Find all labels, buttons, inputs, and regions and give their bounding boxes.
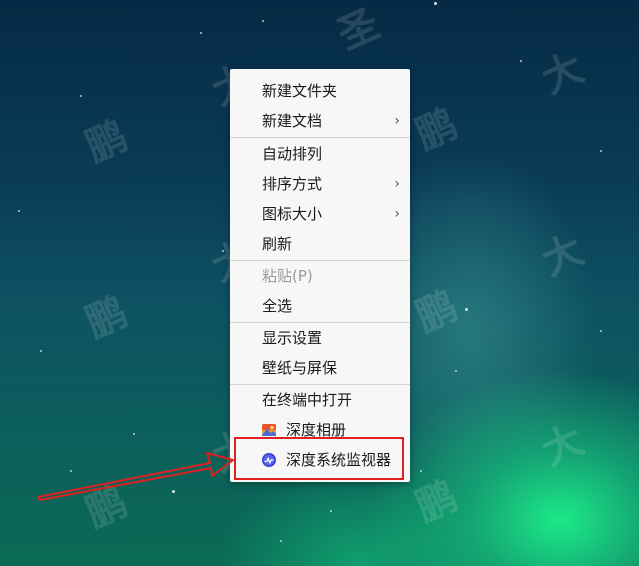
star [330, 510, 332, 512]
menu-item-label: 图标大小 [262, 205, 323, 223]
menu-item-label: 自动排列 [262, 145, 323, 163]
menu-item-label: 在终端中打开 [262, 391, 353, 409]
menu-item-label: 新建文件夹 [262, 82, 338, 100]
menu-item-label: 全选 [262, 297, 293, 315]
star [18, 210, 20, 212]
star [80, 95, 82, 97]
menu-item-new-folder[interactable]: 新建文件夹 [230, 76, 410, 106]
star [262, 20, 264, 22]
menu-item-label: 新建文档 [262, 112, 323, 130]
watermark: 鹏 大 圣 [409, 344, 639, 532]
watermark: 鹏 大 圣 [409, 0, 639, 160]
star [70, 470, 72, 472]
menu-item-new-document[interactable]: 新建文档 › [230, 106, 410, 136]
menu-item-label: 显示设置 [262, 329, 323, 347]
chevron-right-icon: › [394, 206, 400, 222]
menu-item-label: 刷新 [262, 235, 293, 253]
star [280, 540, 282, 542]
menu-separator [230, 137, 410, 138]
desktop-context-menu: 新建文件夹 新建文档 › 自动排列 排序方式 › 图标大小 › 刷新 粘贴(P)… [230, 69, 410, 482]
watermark: 鹏 大 圣 [409, 154, 639, 342]
menu-item-sort-by[interactable]: 排序方式 › [230, 169, 410, 199]
menu-item-wallpaper[interactable]: 壁纸与屏保 [230, 353, 410, 383]
menu-item-select-all[interactable]: 全选 [230, 291, 410, 321]
star [133, 433, 135, 435]
menu-item-auto-arrange[interactable]: 自动排列 [230, 139, 410, 169]
menu-item-label: 排序方式 [262, 175, 323, 193]
menu-item-open-in-terminal[interactable]: 在终端中打开 [230, 385, 410, 415]
menu-item-refresh[interactable]: 刷新 [230, 229, 410, 259]
menu-item-paste: 粘贴(P) [230, 261, 410, 291]
star [200, 32, 202, 34]
star [434, 2, 437, 5]
menu-item-icon-size[interactable]: 图标大小 › [230, 199, 410, 229]
star [40, 350, 42, 352]
chevron-right-icon: › [394, 113, 400, 129]
photo-album-icon [262, 424, 276, 436]
star [600, 330, 602, 332]
chevron-right-icon: › [394, 176, 400, 192]
star [455, 370, 457, 372]
menu-item-label: 壁纸与屏保 [262, 359, 338, 377]
annotation-highlight-box [234, 437, 404, 480]
star [600, 150, 602, 152]
desktop-background[interactable]: 鹏 大 圣 鹏 大 圣 鹏 大 圣 鹏 大 圣 鹏 大 圣 鹏 大 圣 新建文件… [0, 0, 639, 566]
menu-item-label: 粘贴(P) [262, 267, 313, 285]
menu-item-display-settings[interactable]: 显示设置 [230, 323, 410, 353]
